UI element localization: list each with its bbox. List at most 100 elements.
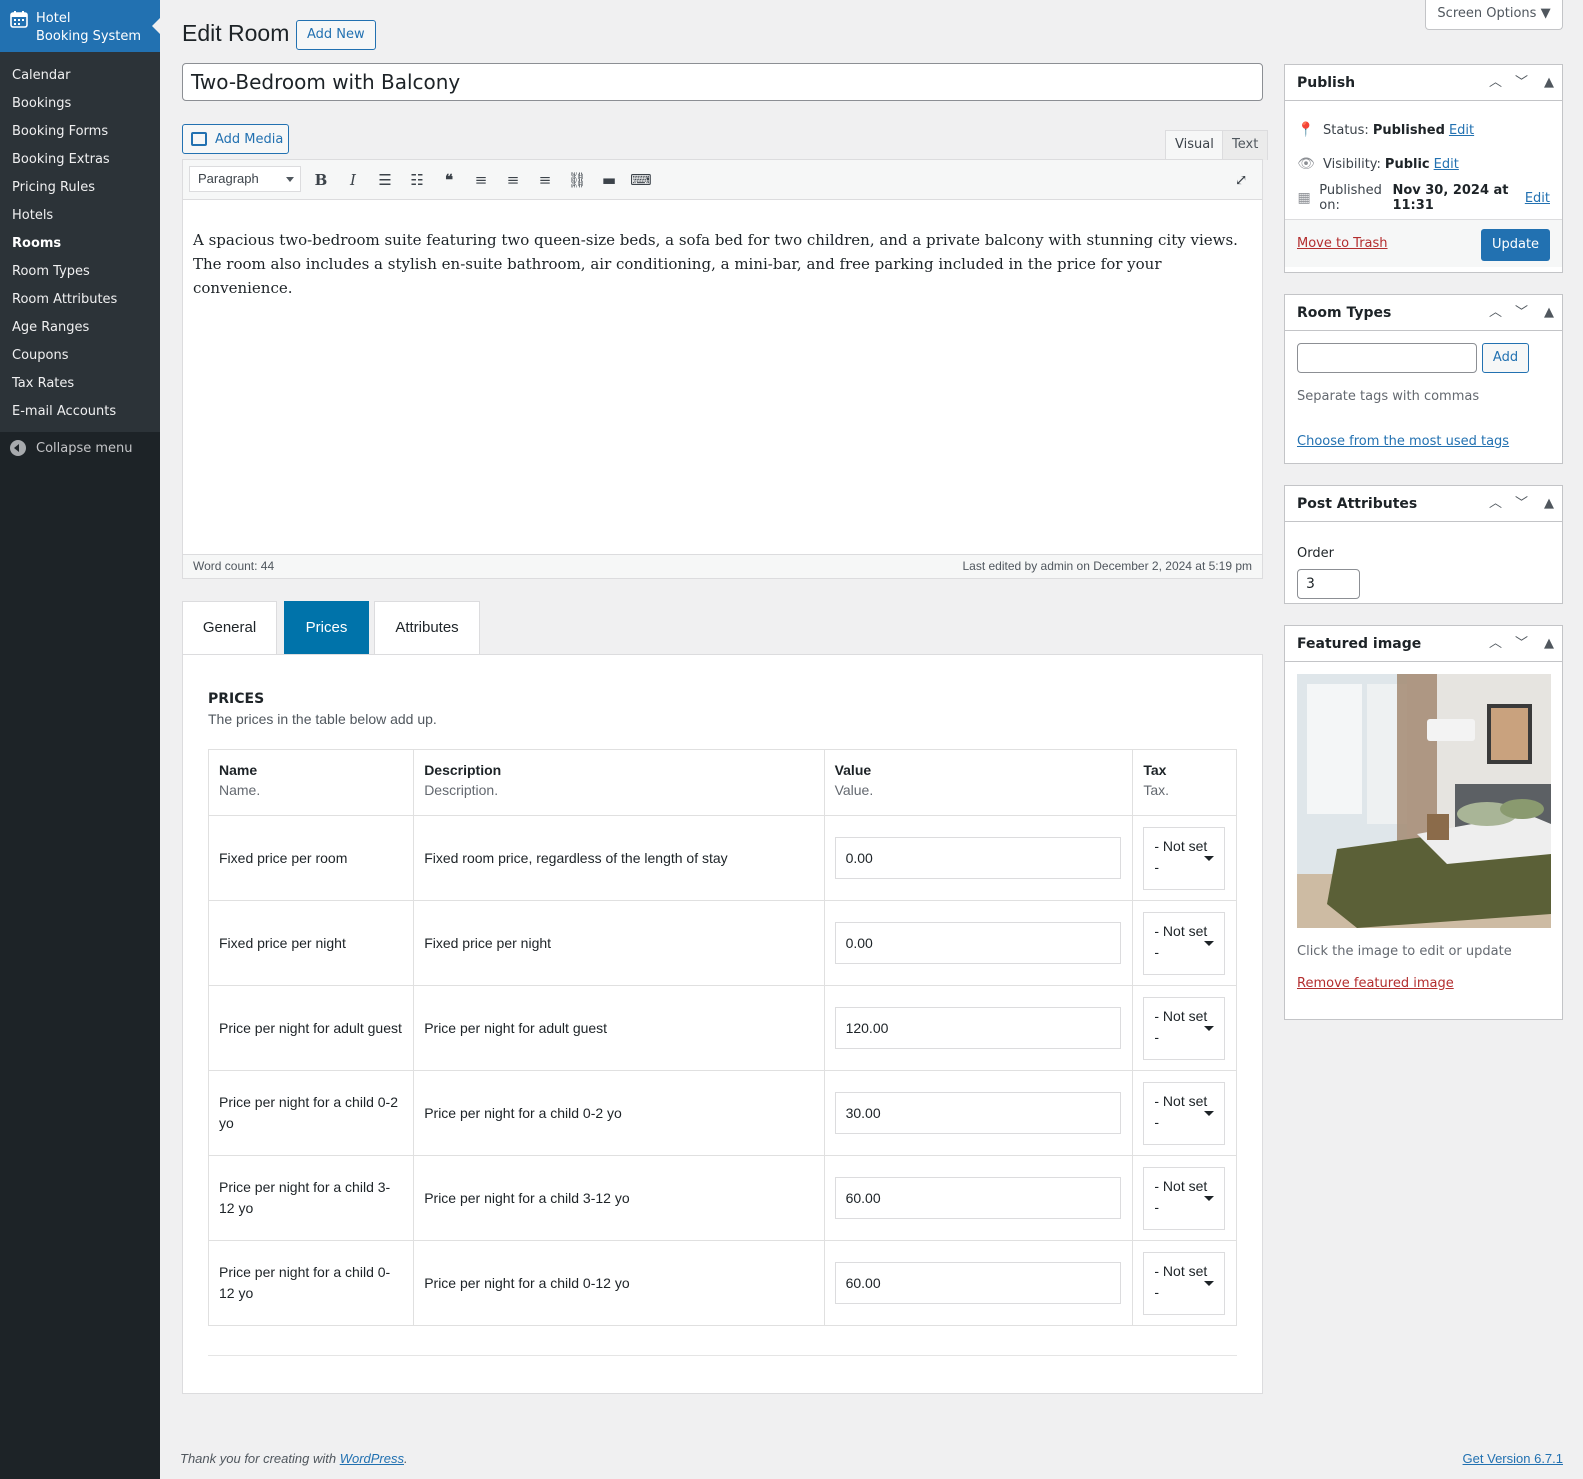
toggle-panel-icon[interactable]: ▲ xyxy=(1544,486,1554,522)
editor-content[interactable]: A spacious two-bedroom suite featuring t… xyxy=(183,200,1262,300)
post-title-input[interactable]: Two-Bedroom with Balcony xyxy=(182,63,1263,101)
collapse-menu-button[interactable]: Collapse menu xyxy=(0,432,160,456)
post-attributes-box: Post Attributes ︿ ﹀ ▲ Order 3 xyxy=(1284,485,1563,604)
sidebar-brand[interactable]: Hotel Booking System xyxy=(0,0,160,52)
align-center-icon[interactable]: ≡ xyxy=(501,168,525,192)
toggle-panel-icon[interactable]: ▲ xyxy=(1544,626,1554,662)
align-right-icon[interactable]: ≡ xyxy=(533,168,557,192)
screen-options-button[interactable]: Screen Options ▼ xyxy=(1425,0,1563,30)
visibility-edit-link[interactable]: Edit xyxy=(1434,157,1459,172)
sidebar-item-tax-rates[interactable]: Tax Rates xyxy=(0,370,160,398)
move-up-icon[interactable]: ︿ xyxy=(1489,65,1502,101)
get-version-link[interactable]: Get Version 6.7.1 xyxy=(1463,1451,1563,1466)
status-edit-link[interactable]: Edit xyxy=(1449,123,1474,138)
current-menu-arrow xyxy=(152,18,160,34)
tax-select[interactable]: - Not set - xyxy=(1143,1166,1226,1230)
bulleted-list-icon[interactable]: ☰ xyxy=(373,168,397,192)
price-tax-cell: - Not set - xyxy=(1132,815,1237,901)
sidebar-item-age-ranges[interactable]: Age Ranges xyxy=(0,314,160,342)
move-down-icon[interactable]: ﹀ xyxy=(1515,295,1528,331)
sidebar-item-rooms[interactable]: Rooms xyxy=(0,230,160,258)
price-value-cell: 0.00 xyxy=(823,900,1134,986)
word-count: Word count: 44 xyxy=(193,559,275,573)
align-left-icon[interactable]: ≡ xyxy=(469,168,493,192)
date-edit-link[interactable]: Edit xyxy=(1525,191,1550,206)
tax-select[interactable]: - Not set - xyxy=(1143,911,1226,975)
price-value-input[interactable]: 60.00 xyxy=(834,1262,1121,1304)
numbered-list-icon[interactable]: ☷ xyxy=(405,168,429,192)
room-type-tag-input[interactable] xyxy=(1297,343,1477,373)
sidebar-menu: Calendar Bookings Booking Forms Booking … xyxy=(0,52,160,426)
panel-divider xyxy=(208,1355,1237,1356)
remove-featured-image-link[interactable]: Remove featured image xyxy=(1297,976,1454,991)
price-value-input[interactable]: 30.00 xyxy=(834,1092,1121,1134)
move-up-icon[interactable]: ︿ xyxy=(1489,295,1502,331)
sidebar-item-pricing-rules[interactable]: Pricing Rules xyxy=(0,174,160,202)
tax-select[interactable]: - Not set - xyxy=(1143,996,1226,1060)
price-value-input[interactable]: 120.00 xyxy=(834,1007,1121,1049)
add-tag-button[interactable]: Add xyxy=(1482,343,1529,373)
publish-box-header: Publish ︿ ﹀ ▲ xyxy=(1285,65,1562,101)
sidebar-item-email-accounts[interactable]: E-mail Accounts xyxy=(0,398,160,426)
sidebar-item-room-types[interactable]: Room Types xyxy=(0,258,160,286)
price-tax-cell: - Not set - xyxy=(1132,985,1237,1071)
wordpress-link[interactable]: WordPress xyxy=(340,1451,404,1466)
blockquote-icon[interactable]: ❝ xyxy=(437,168,461,192)
move-down-icon[interactable]: ﹀ xyxy=(1515,65,1528,101)
move-to-trash-link[interactable]: Move to Trash xyxy=(1297,236,1388,251)
update-button[interactable]: Update xyxy=(1481,229,1550,261)
toggle-panel-icon[interactable]: ▲ xyxy=(1544,295,1554,331)
price-name: Fixed price per night xyxy=(207,900,415,986)
move-up-icon[interactable]: ︿ xyxy=(1489,626,1502,662)
room-types-box-title: Room Types xyxy=(1297,305,1392,321)
link-icon[interactable]: ⛓ xyxy=(565,168,589,192)
price-value-input[interactable]: 0.00 xyxy=(834,837,1121,879)
fullscreen-icon[interactable]: ⤢ xyxy=(1229,168,1253,192)
prices-panel: PRICES The prices in the table below add… xyxy=(182,654,1263,1394)
content-editor: Paragraph B I ☰ ☷ ❝ ≡ ≡ ≡ ⛓ ▬ ⌨ ⤢ A spac… xyxy=(182,159,1263,579)
italic-icon[interactable]: I xyxy=(341,168,365,192)
room-types-box: Room Types ︿ ﹀ ▲ Add Separate tags with … xyxy=(1284,294,1563,464)
sidebar-item-booking-forms[interactable]: Booking Forms xyxy=(0,118,160,146)
format-select[interactable]: Paragraph xyxy=(189,166,301,192)
sidebar-item-room-attributes[interactable]: Room Attributes xyxy=(0,286,160,314)
bold-icon[interactable]: B xyxy=(309,168,333,192)
sidebar-item-coupons[interactable]: Coupons xyxy=(0,342,160,370)
most-used-tags-link[interactable]: Choose from the most used tags xyxy=(1297,434,1509,449)
calendar-icon xyxy=(10,11,28,28)
price-name: Price per night for a child 0-2 yo xyxy=(207,1070,415,1156)
sidebar-item-booking-extras[interactable]: Booking Extras xyxy=(0,146,160,174)
editor-tab-visual[interactable]: Visual xyxy=(1165,130,1224,160)
tax-select[interactable]: - Not set - xyxy=(1143,1081,1226,1145)
published-on-row: ▦ Published on: Nov 30, 2024 at 11:31 Edi… xyxy=(1297,183,1550,213)
publish-actions: Move to Trash Update xyxy=(1285,219,1562,267)
tab-attributes[interactable]: Attributes xyxy=(374,601,480,655)
add-new-button[interactable]: Add New xyxy=(296,20,376,50)
move-down-icon[interactable]: ﹀ xyxy=(1515,486,1528,522)
move-down-icon[interactable]: ﹀ xyxy=(1515,626,1528,662)
price-value-input[interactable]: 60.00 xyxy=(834,1177,1121,1219)
order-input[interactable]: 3 xyxy=(1297,569,1360,599)
tax-select[interactable]: - Not set - xyxy=(1143,1251,1226,1315)
editor-toolbar: Paragraph B I ☰ ☷ ❝ ≡ ≡ ≡ ⛓ ▬ ⌨ ⤢ xyxy=(183,160,1262,200)
tab-prices[interactable]: Prices xyxy=(284,601,369,655)
featured-image-box-header: Featured image ︿ ﹀ ▲ xyxy=(1285,626,1562,662)
sidebar-item-hotels[interactable]: Hotels xyxy=(0,202,160,230)
price-value-input[interactable]: 0.00 xyxy=(834,922,1121,964)
pin-icon: 📍 xyxy=(1297,122,1315,138)
sidebar-item-calendar[interactable]: Calendar xyxy=(0,62,160,90)
tab-general[interactable]: General xyxy=(182,601,277,655)
read-more-icon[interactable]: ▬ xyxy=(597,168,621,192)
move-up-icon[interactable]: ︿ xyxy=(1489,486,1502,522)
price-description: Price per night for a child 0-2 yo xyxy=(413,1070,825,1156)
toggle-panel-icon[interactable]: ▲ xyxy=(1544,65,1554,101)
add-media-button[interactable]: Add Media xyxy=(182,124,289,154)
price-value-cell: 60.00 xyxy=(823,1155,1134,1241)
toolbar-toggle-icon[interactable]: ⌨ xyxy=(629,168,653,192)
featured-image[interactable] xyxy=(1297,674,1551,928)
tax-select[interactable]: - Not set - xyxy=(1143,826,1226,890)
sidebar-item-bookings[interactable]: Bookings xyxy=(0,90,160,118)
editor-tab-text[interactable]: Text xyxy=(1222,130,1269,160)
post-attributes-box-header: Post Attributes ︿ ﹀ ▲ xyxy=(1285,486,1562,522)
price-name: Price per night for adult guest xyxy=(207,985,415,1071)
